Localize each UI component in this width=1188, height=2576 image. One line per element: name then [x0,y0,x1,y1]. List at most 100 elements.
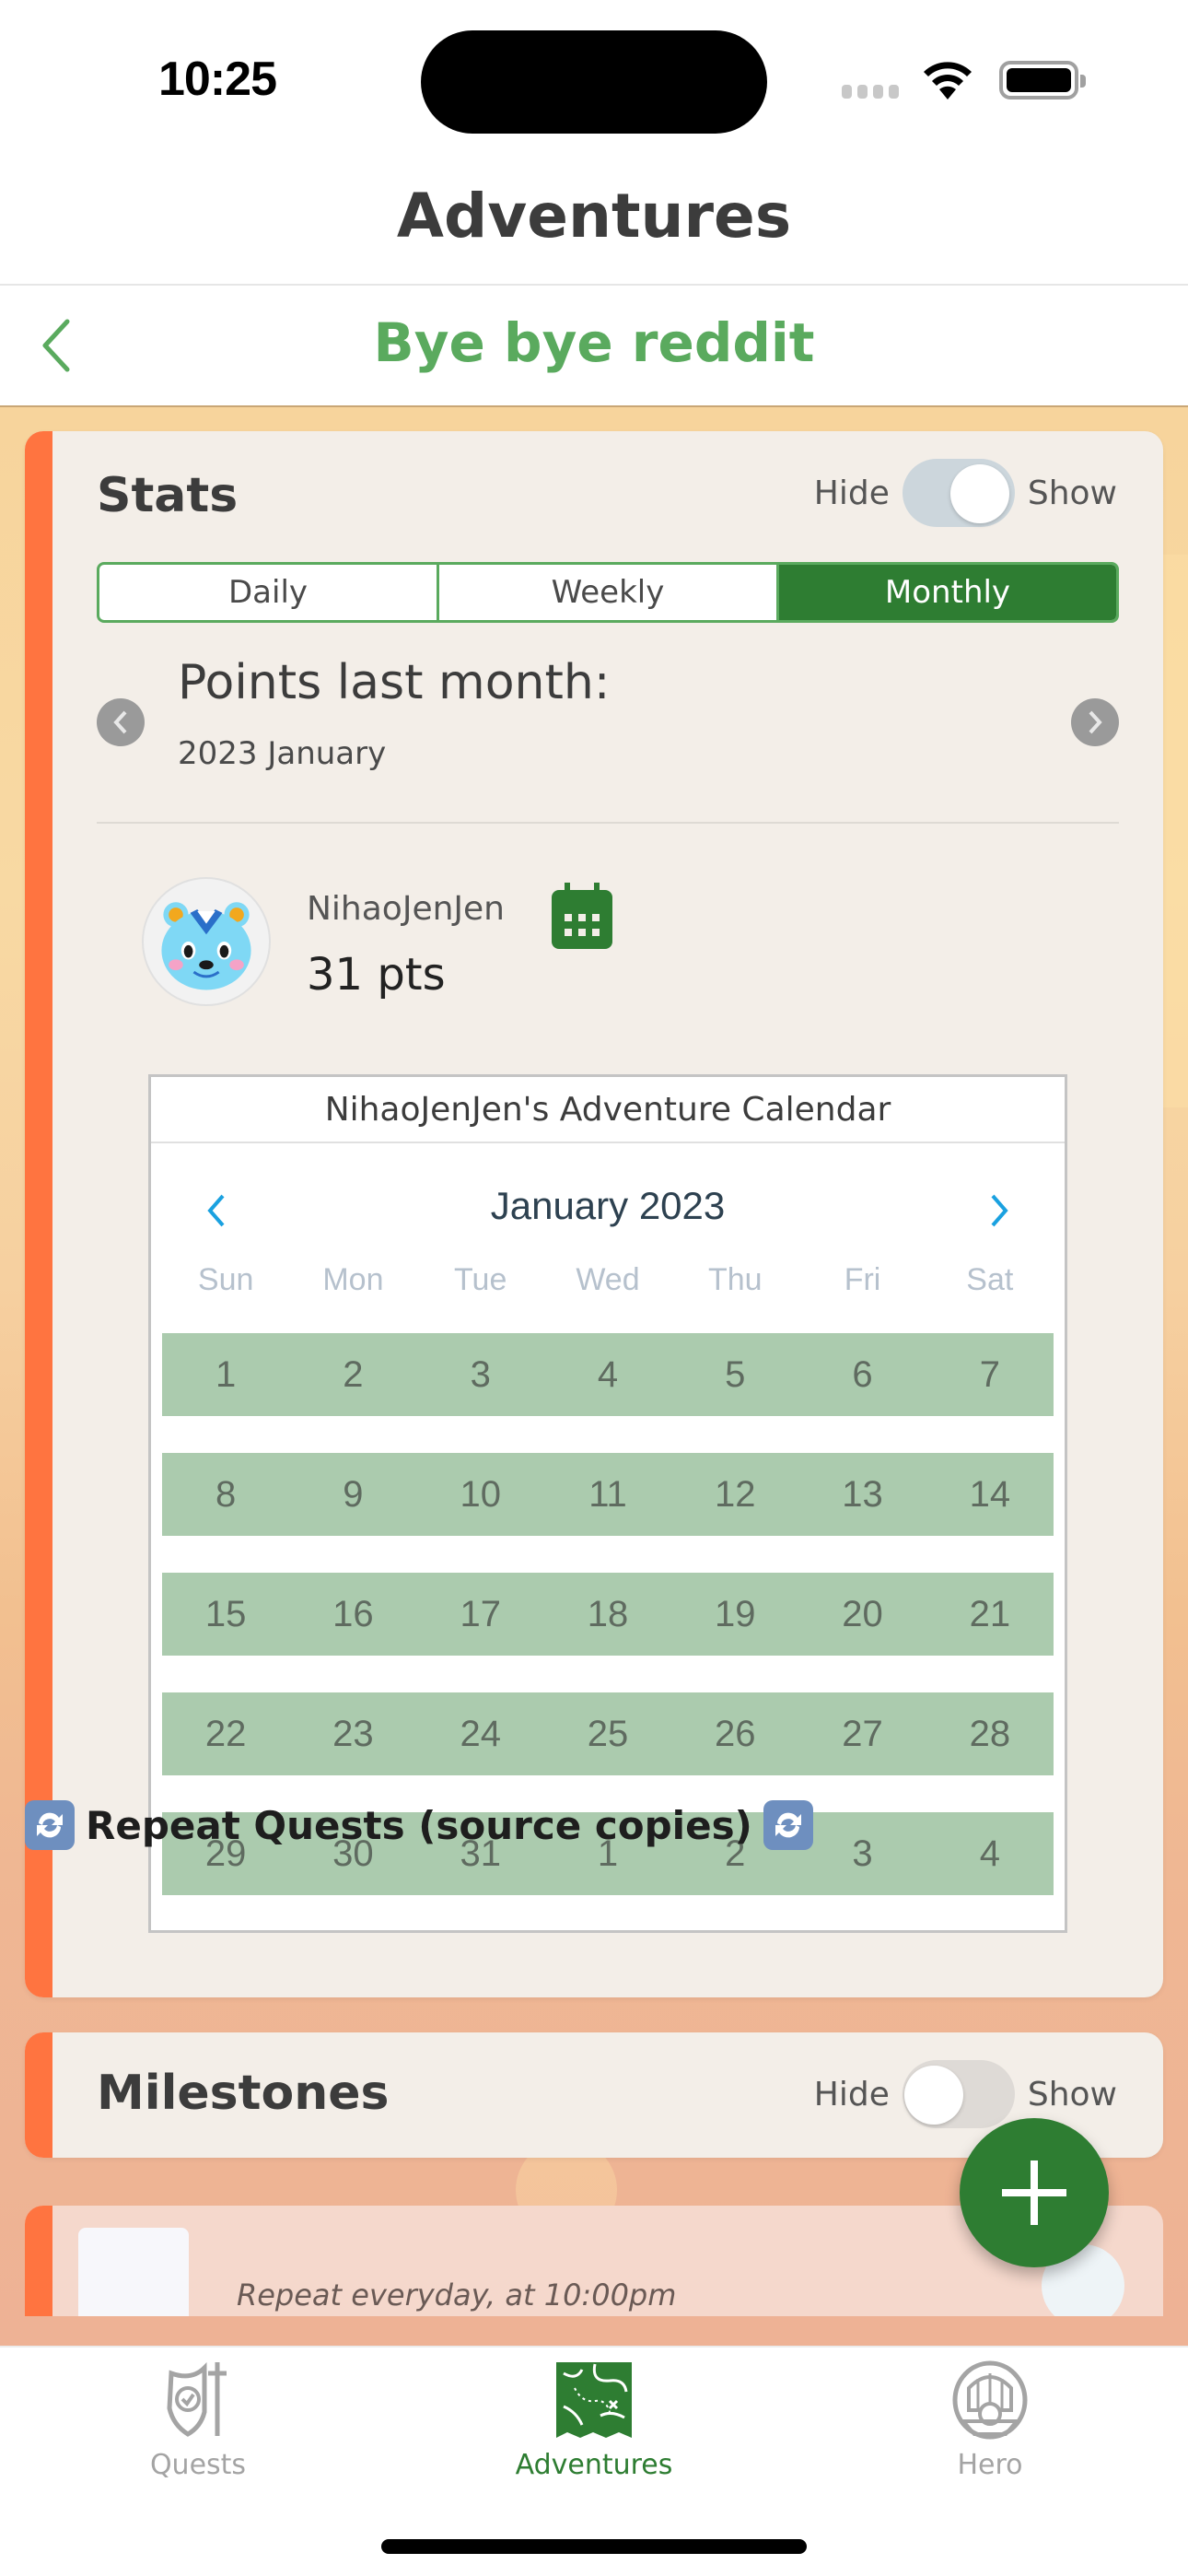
calendar-day[interactable]: 16 [289,1573,416,1656]
calendar-day[interactable]: 4 [544,1333,671,1416]
chevron-right-icon [991,1194,1008,1227]
stats-visibility-toggle-group: Hide Show [814,459,1117,527]
period-title: Points last month: [178,655,611,710]
calendar-day[interactable]: 3 [417,1333,544,1416]
toggle-knob [949,464,1009,523]
calendar-next-month-button[interactable] [973,1178,1028,1243]
calendar-day[interactable]: 4 [926,1812,1054,1895]
card-accent-bar [25,2032,52,2158]
knight-helmet-icon [952,2360,1028,2440]
user-name: NihaoJenJen [307,890,505,928]
chevron-left-icon [113,710,127,734]
milestones-visibility-toggle[interactable] [902,2060,1015,2128]
calendar-day[interactable]: 2 [289,1333,416,1416]
chevron-right-icon [1089,710,1102,734]
calendar-day[interactable]: 18 [544,1573,671,1656]
calendar-day[interactable]: 11 [544,1453,671,1536]
calendar-day[interactable]: 22 [162,1692,289,1775]
page-title: Adventures [396,181,792,252]
calendar-day[interactable]: 20 [798,1573,926,1656]
tab-hero-label: Hero [957,2449,1023,2481]
calendar-title: NihaoJenJen's Adventure Calendar [151,1077,1065,1143]
user-points: 31 pts [307,949,446,1001]
calendar-day[interactable]: 21 [926,1573,1054,1656]
calendar-day[interactable]: 26 [671,1692,798,1775]
repeat-quests-heading-text: Repeat Quests (source copies) [86,1802,752,1848]
wifi-icon [924,62,972,100]
calendar-previous-month-button[interactable] [188,1178,243,1243]
period-value: 2023 January [178,735,387,772]
calendar-icon [552,883,612,949]
card-accent-bar [25,2206,52,2316]
toggle-hide-label: Hide [813,2075,890,2113]
calendar-day[interactable]: 10 [417,1453,544,1536]
tab-adventures[interactable]: Adventures [474,2360,714,2499]
calendar-week-row: 15 16 17 18 19 20 21 [162,1573,1054,1656]
milestones-visibility-toggle-group: Hide Show [814,2060,1117,2128]
status-bar: 10:25 [0,0,1188,157]
toggle-show-label: Show [1027,2075,1117,2113]
previous-period-button[interactable] [97,698,145,746]
calendar-week-row: 1234567 [162,1333,1054,1416]
adventure-title: Bye bye reddit [373,311,815,374]
plus-icon [1002,2160,1066,2225]
calendar-day[interactable]: 17 [417,1573,544,1656]
stats-divider [97,822,1119,824]
chevron-left-icon [42,319,70,372]
tab-quests[interactable]: Quests [78,2360,318,2499]
calendar-day[interactable]: 27 [798,1692,926,1775]
stats-card: Stats Hide Show Daily Weekly Monthly Poi… [25,431,1163,1997]
calendar-day[interactable]: 28 [926,1692,1054,1775]
calendar-day[interactable]: 5 [671,1333,798,1416]
calendar-day[interactable]: 23 [289,1692,416,1775]
status-time: 10:25 [158,53,277,106]
bear-avatar-icon [142,877,271,1006]
tab-hero[interactable]: Hero [870,2360,1110,2499]
sub-navigation-bar: Bye bye reddit [0,286,1188,405]
repeat-icon [763,1800,813,1850]
stats-title: Stats [97,468,239,523]
chevron-left-icon [207,1194,225,1227]
back-button[interactable] [28,313,83,378]
calendar-day[interactable]: 9 [289,1453,416,1536]
quest-thumbnail [78,2228,189,2316]
tab-adventures-label: Adventures [515,2449,673,2481]
toggle-knob [903,2066,963,2125]
toggle-show-label: Show [1027,474,1117,512]
segment-daily[interactable]: Daily [99,565,439,620]
add-adventure-button[interactable] [960,2118,1109,2267]
segment-weekly[interactable]: Weekly [439,565,779,620]
calendar-day[interactable]: 3 [798,1812,926,1895]
calendar-day[interactable]: 12 [671,1453,798,1536]
next-period-button[interactable] [1071,698,1119,746]
calendar-button[interactable] [552,883,612,949]
toggle-hide-label: Hide [813,474,890,512]
segment-monthly[interactable]: Monthly [779,565,1116,620]
treasure-map-icon [556,2362,632,2438]
milestones-title: Milestones [97,2066,390,2121]
home-indicator[interactable] [381,2539,807,2554]
dynamic-island [421,30,767,134]
stats-visibility-toggle[interactable] [902,459,1015,527]
calendar-day[interactable]: 19 [671,1573,798,1656]
calendar-day[interactable]: 15 [162,1573,289,1656]
calendar-week-row: 22 23 24 25 26 27 28 [162,1692,1054,1775]
calendar-day[interactable]: 6 [798,1333,926,1416]
shield-sword-icon [167,2361,227,2437]
period-segmented-control: Daily Weekly Monthly [97,562,1119,623]
cellular-signal-icon [842,85,899,99]
calendar-day[interactable]: 24 [417,1692,544,1775]
calendar-day[interactable]: 8 [162,1453,289,1536]
calendar-day[interactable]: 25 [544,1692,671,1775]
calendar-day[interactable]: 7 [926,1333,1054,1416]
quest-schedule: Repeat everyday, at 10:00pm [237,2277,677,2313]
calendar-day[interactable]: 14 [926,1453,1054,1536]
calendar-day[interactable]: 13 [798,1453,926,1536]
content-scroll-area[interactable]: Stats Hide Show Daily Weekly Monthly Poi… [0,405,1188,2346]
battery-full-icon [999,61,1086,100]
tab-quests-label: Quests [149,2449,247,2481]
calendar-month-label: January 2023 [490,1184,726,1227]
calendar-day[interactable]: 1 [162,1333,289,1416]
repeat-icon [25,1800,75,1850]
calendar-header: January 2023 [151,1143,1065,1280]
